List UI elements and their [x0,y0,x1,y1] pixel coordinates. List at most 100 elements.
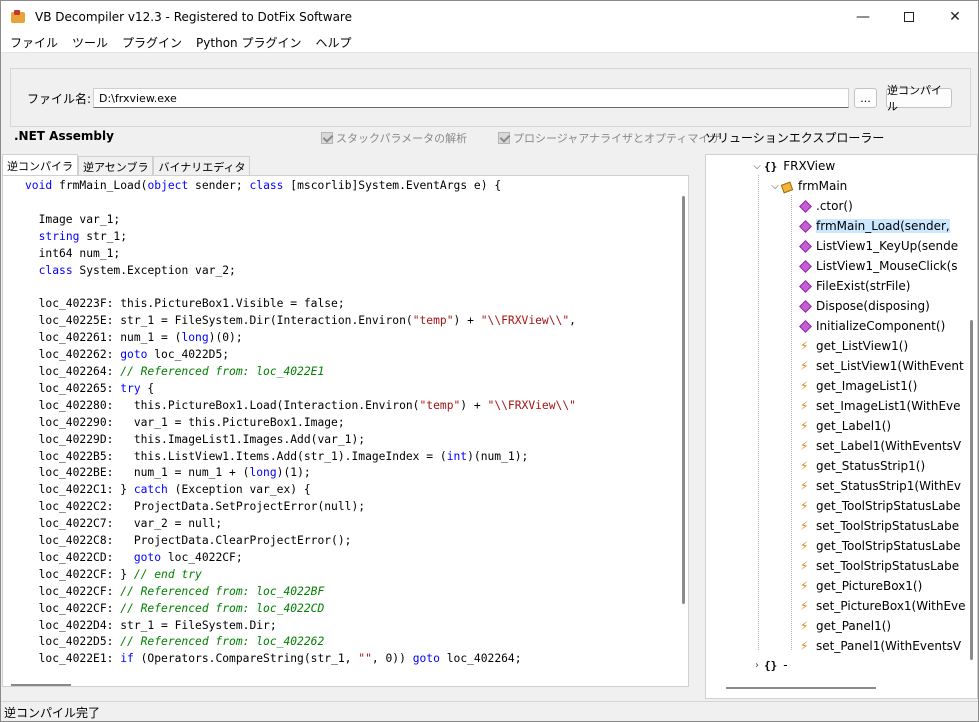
tree-item[interactable]: ›{} - [750,655,788,675]
tree-item[interactable]: ⚡ set_ListView1(WithEvent [786,356,964,376]
tab-disassembler[interactable]: 逆アセンブラ [78,156,154,176]
solution-explorer-tree[interactable]: ⌵{} FRXView ⌵ frmMain .ctor() frmMain_Load(se… [705,154,978,699]
tree-item[interactable]: .ctor() [786,196,853,216]
tree-item[interactable]: ⚡ get_ToolStripStatusLabe [786,496,961,516]
minimize-button[interactable]: — [840,1,886,32]
menu-help[interactable]: ヘルプ [310,34,356,51]
tree-horizontal-scrollbar[interactable] [726,687,876,689]
property-icon: ⚡ [800,559,809,573]
namespace-icon: {} [764,159,778,173]
menu-tools[interactable]: ツール [67,34,113,51]
scroll-thumb[interactable] [11,684,71,686]
code-line: loc_402265: try { [25,381,155,395]
tree-item[interactable]: ⚡ set_ImageList1(WithEve [786,396,961,416]
tree-item[interactable]: FileExist(strFile) [786,276,910,296]
tree-item[interactable]: ⚡ get_ImageList1() [786,376,917,396]
stack-params-checkbox[interactable]: スタックパラメータの解析 [321,130,467,146]
tree-item[interactable]: ⌵ frmMain [768,176,847,196]
file-panel: ファイル名: ... 逆コンパイル [10,68,971,127]
browse-button[interactable]: ... [854,88,877,108]
menu-file[interactable]: ファイル [5,34,63,51]
tree-item-label: set_StatusStrip1(WithEv [816,479,962,493]
close-button[interactable]: ✕ [932,1,978,32]
tree-item[interactable]: ListView1_MouseClick(s [786,256,958,276]
tree-item-label: get_ImageList1() [816,379,918,393]
tree-item[interactable]: ⚡ get_Panel1() [786,616,891,636]
tree-item-label: set_Label1(WithEventsV [816,439,962,453]
code-line: loc_402280: this.PictureBox1.Load(Intera… [25,398,576,412]
tree-vertical-scrollbar[interactable] [967,155,977,685]
tree-item[interactable]: ⌵{} FRXView [750,156,835,176]
code-line: loc_4022C7: var_2 = null; [25,517,223,531]
menu-bar: ファイル ツール プラグイン Python プラグイン ヘルプ [1,32,978,52]
tree-item[interactable]: ⚡ set_Panel1(WithEventsV [786,636,961,656]
property-icon: ⚡ [800,499,809,513]
method-icon [800,241,810,251]
scroll-thumb[interactable] [682,196,685,604]
tree-item[interactable]: ⚡ get_StatusStrip1() [786,456,925,476]
chevron-right-icon[interactable]: › [750,660,764,671]
property-icon: ⚡ [800,399,809,413]
chevron-down-icon[interactable]: ⌵ [768,181,782,192]
property-icon: ⚡ [800,339,809,353]
code-line: void frmMain_Load(object sender; class [… [25,179,502,192]
tree-item-label: get_ToolStripStatusLabe [816,539,961,553]
tree-item[interactable]: ⚡ set_ToolStripStatusLabe [786,516,959,536]
tree-item-label: Dispose(disposing) [816,299,930,313]
tab-decompiler[interactable]: 逆コンパイラ [2,154,78,176]
tree-item[interactable]: ListView1_KeyUp(sende [786,236,958,256]
property-icon: ⚡ [800,439,809,453]
checkmark-icon [498,132,510,144]
tree-guide-line [791,195,792,650]
property-icon: ⚡ [800,479,809,493]
tree-item-label: get_StatusStrip1() [816,459,926,473]
tree-item[interactable]: InitializeComponent() [786,316,945,336]
menu-plugins[interactable]: プラグイン [117,34,187,51]
code-line: loc_4022CF: // Referenced from: loc_4022… [25,601,325,615]
tree-item[interactable]: ⚡ get_ListView1() [786,336,908,356]
code-line: loc_402264: // Referenced from: loc_4022… [25,364,325,378]
menu-python-plugins[interactable]: Python プラグイン [191,34,306,51]
code-horizontal-scrollbar[interactable] [3,683,678,686]
property-icon: ⚡ [800,359,809,373]
procedure-analyzer-checkbox[interactable]: プロシージャアナライザとオプティマイザ [498,130,720,146]
maximize-button[interactable] [886,1,932,32]
code-vertical-scrollbar[interactable] [678,176,688,684]
tree-item-label: set_ImageList1(WithEve [816,399,961,413]
status-bar: 逆コンパイル完了 [1,701,978,721]
tree-item[interactable]: ⚡ set_StatusStrip1(WithEv [786,476,961,496]
view-tabs: 逆コンパイラ 逆アセンブラ バイナリエディタ [2,154,251,176]
tree-item[interactable]: Dispose(disposing) [786,296,930,316]
code-line: loc_40229D: this.ImageList1.Images.Add(v… [25,432,366,446]
tree-item-label: get_ListView1() [816,339,909,353]
stack-params-label: スタックパラメータの解析 [336,132,468,145]
tab-binary-editor[interactable]: バイナリエディタ [153,156,251,176]
title-bar[interactable]: VB Decompiler v12.3 - Registered to DotF… [1,1,978,32]
tree-item[interactable]: ⚡ set_Label1(WithEventsV [786,436,961,456]
tree-item[interactable]: frmMain_Load(sender, [786,216,950,236]
tree-item-label: set_ToolStripStatusLabe [816,559,960,573]
tree-item-label: .ctor() [816,199,853,213]
code-line: loc_4022CD: goto loc_4022CF; [25,550,243,564]
menu-divider [1,52,978,53]
net-assembly-label: .NET Assembly [14,129,114,143]
scroll-thumb[interactable] [970,320,973,660]
tree-item[interactable]: ⚡ set_ToolStripStatusLabe [786,556,959,576]
tree-item[interactable]: ⚡ set_PictureBox1(WithEve [786,596,966,616]
tree-item[interactable]: ⚡ get_Label1() [786,416,891,436]
code-text[interactable]: void frmMain_Load(object sender; class [… [25,178,576,668]
method-icon [800,261,810,271]
method-icon [800,221,810,231]
property-icon: ⚡ [800,419,809,433]
tree-item[interactable]: ⚡ get_ToolStripStatusLabe [786,536,961,556]
solution-explorer-label: ソリューションエクスプローラー [705,131,885,145]
tree-guide-line [758,175,759,650]
tree-item[interactable]: ⚡ get_PictureBox1() [786,576,922,596]
tree-item-label: FileExist(strFile) [816,279,911,293]
chevron-down-icon[interactable]: ⌵ [750,161,764,172]
code-editor[interactable]: void frmMain_Load(object sender; class [… [2,175,689,687]
file-path-input[interactable] [93,88,849,108]
minimize-icon: — [856,8,870,25]
decompile-button[interactable]: 逆コンパイル [886,84,952,113]
